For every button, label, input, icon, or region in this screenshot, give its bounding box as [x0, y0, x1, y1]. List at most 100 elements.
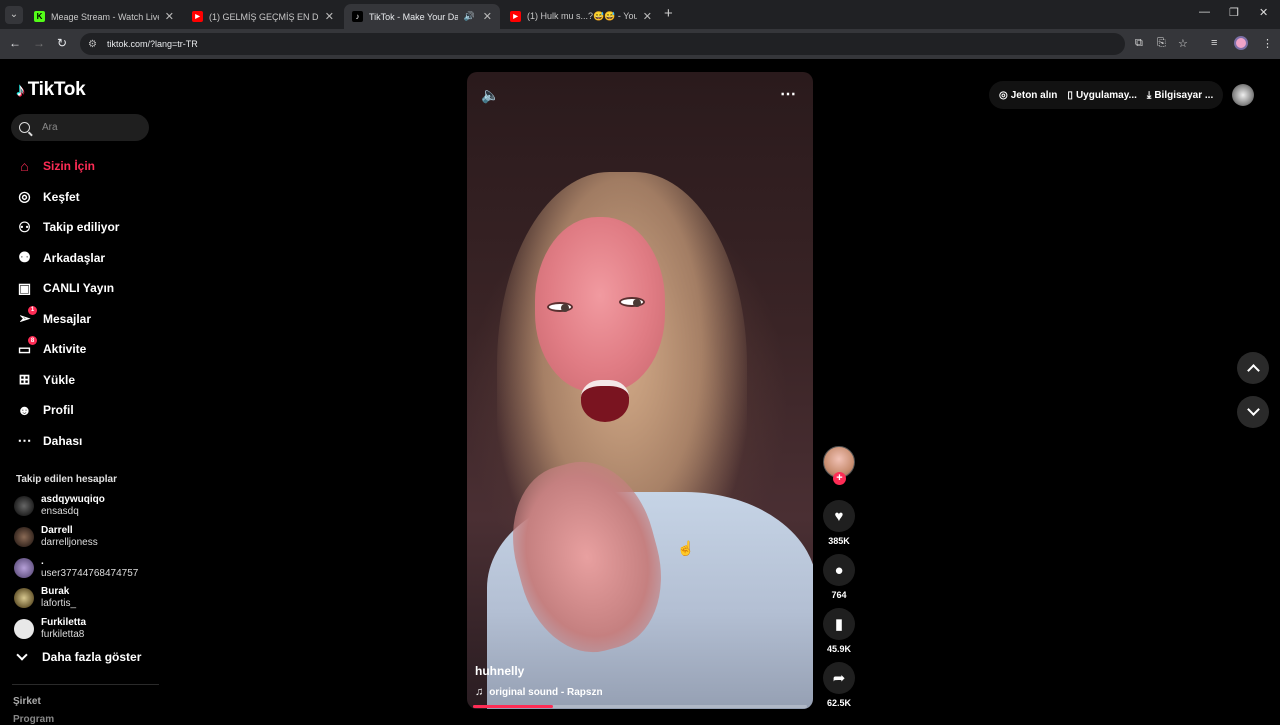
- more-options-icon[interactable]: ⋯: [780, 84, 797, 104]
- avatar: [14, 588, 34, 608]
- volume-icon[interactable]: 🔈: [481, 86, 500, 104]
- media-queue-icon[interactable]: ≡: [1211, 37, 1217, 49]
- mouse-cursor-icon: ☝: [677, 540, 695, 556]
- sidebar-item-for-you[interactable]: ⌂ Sizin İçin: [16, 151, 119, 182]
- notification-badge: 8: [28, 336, 37, 345]
- video-progress-bar[interactable]: [473, 705, 807, 708]
- new-tab-button[interactable]: +: [664, 5, 673, 22]
- desktop-app-button[interactable]: ⤓ Bilgisayar ...: [1147, 90, 1213, 101]
- account-name: Furkiletta: [41, 617, 87, 628]
- avatar: [14, 558, 34, 578]
- next-video-button[interactable]: [1237, 396, 1269, 428]
- sidebar-item-label: Mesajlar: [43, 311, 92, 326]
- chevron-down-icon: [1246, 403, 1260, 416]
- following-account[interactable]: Burak lafortis_: [14, 586, 76, 610]
- search-input[interactable]: Ara: [11, 114, 149, 141]
- user-avatar[interactable]: [1232, 84, 1254, 106]
- get-coins-button[interactable]: ◎ Jeton alın: [999, 90, 1057, 101]
- video-player[interactable]: 🔈 ⋯ ☝ huhnelly ♫ original sound - Rapszn: [467, 72, 813, 709]
- heart-icon: ♥: [834, 507, 844, 525]
- following-account[interactable]: . user37744768474757: [14, 556, 138, 580]
- comment-button[interactable]: ●: [823, 554, 855, 586]
- restore-icon[interactable]: ❐: [1229, 6, 1239, 19]
- profile-icon: ☻: [17, 402, 32, 419]
- browser-tab[interactable]: ▶ (1) GELMİŞ GEÇMİŞ EN DUYGU ✕: [184, 4, 342, 29]
- back-icon[interactable]: ←: [9, 36, 21, 50]
- close-icon[interactable]: ✕: [643, 10, 652, 23]
- url-text: tiktok.com/?lang=tr-TR: [106, 39, 198, 49]
- install-icon[interactable]: ⎘: [1157, 37, 1166, 50]
- address-bar[interactable]: ⚙ tiktok.com/?lang=tr-TR: [80, 33, 1125, 55]
- previous-video-button[interactable]: [1237, 352, 1269, 384]
- tiktok-page: ♪ TikTok Ara ⌂ Sizin İçin ◎ Keşfet ⚇ Tak…: [0, 60, 1280, 725]
- following-account[interactable]: Furkiletta furkiletta8: [14, 617, 86, 641]
- music-note-icon: ♫: [475, 686, 484, 698]
- video-sound[interactable]: ♫ original sound - Rapszn: [475, 686, 603, 698]
- video-username[interactable]: huhnelly: [475, 664, 524, 678]
- following-icon: ⚇: [18, 218, 31, 235]
- close-icon[interactable]: ✕: [325, 10, 334, 23]
- tab-title: (1) GELMİŞ GEÇMİŞ EN DUYGU: [209, 11, 319, 22]
- browser-tab-active[interactable]: ♪ TikTok - Make Your Day 🔊 ✕: [344, 4, 500, 29]
- get-app-button[interactable]: ▯ Uygulamay...: [1067, 90, 1136, 101]
- tab-search-button[interactable]: ⌄: [5, 5, 23, 24]
- account-username: user37744768474757: [41, 568, 139, 579]
- reload-icon[interactable]: ↻: [57, 36, 67, 50]
- sidebar-item-friends[interactable]: ⚉ Arkadaşlar: [16, 243, 119, 274]
- video-frame: [581, 380, 629, 422]
- save-count: 45.9K: [826, 644, 852, 654]
- forward-icon[interactable]: →: [33, 36, 45, 50]
- sidebar-item-more[interactable]: ⋯ Dahası: [16, 426, 119, 457]
- company-link[interactable]: Şirket: [13, 696, 41, 707]
- tiktok-note-icon: ♪: [16, 79, 25, 100]
- sidebar-item-live[interactable]: ▣ CANLI Yayın: [16, 273, 119, 304]
- share-button[interactable]: ➦: [823, 662, 855, 694]
- header-actions: ◎ Jeton alın ▯ Uygulamay... ⤓ Bilgisayar ..…: [989, 81, 1223, 109]
- sidebar-item-label: Sizin İçin: [43, 159, 96, 174]
- download-icon: ⤓: [1146, 89, 1152, 101]
- browser-tab[interactable]: ▶ (1) Hulk mu s...?😅😅 - YouTube ✕: [502, 4, 660, 29]
- video-frame: [547, 302, 573, 312]
- account-name: Burak: [41, 586, 70, 597]
- following-accounts-title: Takip edilen hesaplar: [16, 474, 117, 485]
- sidebar-item-activity[interactable]: ▭ 8 Aktivite: [16, 334, 119, 365]
- get-coins-label: Jeton alın: [1010, 89, 1058, 101]
- sidebar-item-label: CANLI Yayın: [43, 281, 115, 296]
- account-name: asdqywuqiqo: [41, 494, 105, 505]
- bookmark-star-icon[interactable]: ☆: [1178, 37, 1188, 50]
- account-name: Darrell: [41, 525, 73, 536]
- show-more-button[interactable]: Daha fazla göster: [16, 649, 141, 664]
- sidebar-item-following[interactable]: ⚇ Takip ediliyor: [16, 212, 119, 243]
- follow-plus-icon[interactable]: +: [833, 472, 846, 485]
- following-account[interactable]: Darrell darrelljoness: [14, 525, 98, 549]
- browser-profile-avatar[interactable]: [1234, 36, 1248, 50]
- sidebar-item-explore[interactable]: ◎ Keşfet: [16, 182, 119, 213]
- close-icon[interactable]: ✕: [165, 10, 174, 23]
- friends-icon: ⚉: [18, 249, 31, 266]
- tab-title: (1) Hulk mu s...?😅😅 - YouTube: [527, 11, 637, 21]
- minimize-icon[interactable]: —: [1199, 6, 1210, 18]
- speaker-icon[interactable]: 🔊: [464, 11, 475, 22]
- translate-icon[interactable]: ⧉: [1135, 37, 1143, 50]
- more-icon: ⋯: [17, 432, 32, 449]
- save-button[interactable]: ▮: [823, 608, 855, 640]
- tiktok-logo[interactable]: ♪ TikTok: [16, 79, 86, 101]
- following-account[interactable]: asdqywuqiqo ensasdq: [14, 494, 105, 518]
- tiktok-icon: ♪: [352, 11, 363, 22]
- sidebar-nav: ⌂ Sizin İçin ◎ Keşfet ⚇ Takip ediliyor ⚉…: [16, 151, 119, 456]
- close-window-icon[interactable]: ✕: [1259, 6, 1268, 19]
- close-icon[interactable]: ✕: [483, 10, 492, 23]
- sidebar-item-label: Yükle: [43, 372, 76, 387]
- kebab-menu-icon[interactable]: ⋮: [1262, 37, 1273, 50]
- sidebar-item-profile[interactable]: ☻ Profil: [16, 395, 119, 426]
- youtube-icon: ▶: [192, 11, 203, 22]
- sidebar-item-upload[interactable]: ⊞ Yükle: [16, 365, 119, 396]
- coin-icon: ◎: [999, 89, 1008, 101]
- home-icon: ⌂: [20, 158, 29, 175]
- browser-tab[interactable]: K Meage Stream - Watch Live on ✕: [26, 4, 182, 29]
- like-button[interactable]: ♥: [823, 500, 855, 532]
- sidebar-item-messages[interactable]: ➢ 1 Mesajlar: [16, 304, 119, 335]
- compass-icon: ◎: [18, 188, 31, 205]
- avatar: [14, 619, 34, 639]
- site-info-icon[interactable]: ⚙: [88, 39, 97, 50]
